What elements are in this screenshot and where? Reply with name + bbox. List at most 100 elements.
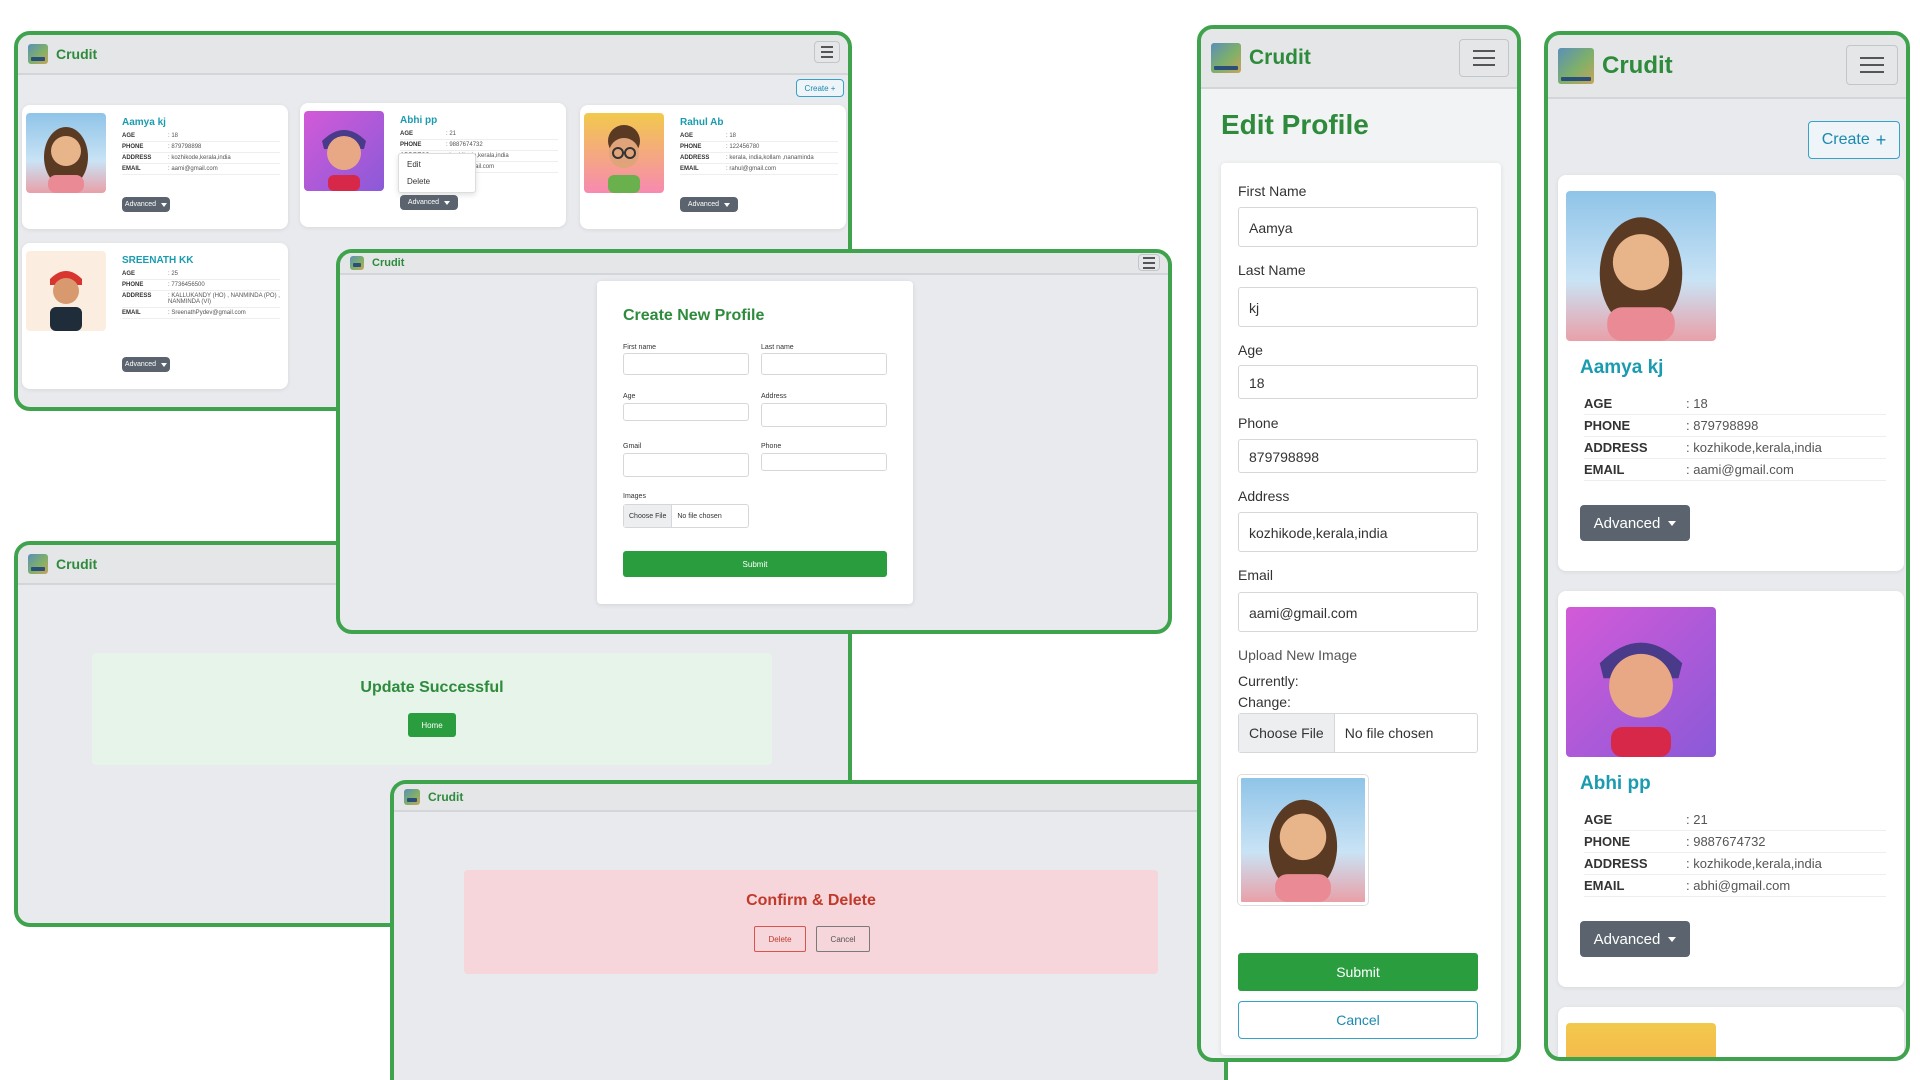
crud-logo-icon[interactable] — [350, 256, 364, 270]
crud-logo-icon[interactable] — [1211, 43, 1241, 73]
phone-label: Phone — [1238, 415, 1279, 431]
age-value: : 18 — [1686, 396, 1708, 411]
advanced-button[interactable]: Advanced — [400, 195, 458, 210]
email-label: EMAIL — [122, 166, 141, 172]
update-success-alert: Update Successful Home — [92, 653, 772, 765]
address-value: : kerala, india,kollam ,nanaminda — [726, 155, 814, 161]
advanced-label: Advanced — [407, 199, 440, 206]
crud-logo-icon[interactable] — [28, 554, 48, 574]
submit-button-label: Submit — [1336, 964, 1380, 980]
upload-image-label: Upload New Image — [1238, 647, 1358, 663]
image-file-input[interactable]: Choose File No file chosen — [623, 504, 749, 528]
cancel-button[interactable]: Cancel — [1238, 1001, 1478, 1039]
create-button[interactable]: Create + — [1808, 121, 1900, 159]
age-value: : 21 — [1686, 812, 1708, 827]
cancel-button-label: Cancel — [830, 934, 856, 944]
phone-label: PHONE — [122, 144, 144, 150]
navbar: Crudit — [1548, 35, 1906, 99]
profile-card: Abhi pp AGE: 21 PHONE: 9887674732 ADDRES… — [1558, 591, 1904, 987]
choose-file-button[interactable]: Choose File — [1239, 714, 1335, 752]
profile-name[interactable]: Aamya kj — [122, 117, 166, 128]
profile-name[interactable]: Abhi pp — [1580, 773, 1651, 795]
brand-title[interactable]: Crudit — [372, 257, 404, 269]
advanced-label: Advanced — [124, 361, 157, 368]
address-input[interactable] — [761, 403, 887, 427]
address-value: kozhikode,kerala,india — [1249, 525, 1388, 541]
cancel-button[interactable]: Cancel — [816, 926, 870, 952]
first-name-input[interactable] — [623, 353, 749, 375]
first-name-value: Aamya — [1249, 220, 1293, 236]
home-button[interactable]: Home — [408, 713, 456, 737]
age-input[interactable] — [623, 403, 749, 421]
profile-card — [1558, 1007, 1904, 1057]
create-button[interactable]: Create + — [796, 79, 844, 97]
image-file-input[interactable]: Choose File No file chosen — [1238, 713, 1478, 753]
phone-input[interactable]: 879798898 — [1238, 439, 1478, 473]
profile-name[interactable]: Aamya kj — [1580, 357, 1663, 379]
advanced-button[interactable]: Advanced — [122, 357, 170, 372]
age-label: Age — [623, 393, 636, 400]
advanced-button[interactable]: Advanced — [1580, 505, 1690, 541]
age-value: : 21 — [446, 131, 457, 137]
update-success-title: Update Successful — [360, 679, 504, 696]
hamburger-icon[interactable] — [1846, 45, 1898, 85]
caret-down-icon — [161, 202, 168, 207]
brand-title[interactable]: Crudit — [56, 556, 97, 572]
address-label: ADDRESS — [1584, 856, 1648, 871]
address-label: ADDRESS — [1584, 440, 1648, 455]
age-label: Age — [1238, 342, 1263, 358]
submit-button[interactable]: Submit — [1238, 953, 1478, 991]
address-input[interactable]: kozhikode,kerala,india — [1238, 512, 1478, 552]
delete-button-label: Delete — [768, 934, 792, 944]
crud-logo-icon[interactable] — [404, 789, 420, 805]
create-profile-window: Crudit Create New Profile First name Las… — [336, 249, 1172, 634]
age-label: AGE — [1584, 812, 1613, 827]
crud-logo-icon[interactable] — [1558, 48, 1594, 84]
confirm-delete-window: Crudit Confirm & Delete Delete Cancel — [390, 780, 1228, 1080]
gmail-input[interactable] — [623, 453, 749, 477]
edit-profile-form: First Name Aamya Last Name kj Age 18 Pho… — [1221, 163, 1501, 1055]
last-name-label: Last Name — [1238, 262, 1306, 278]
plus-icon: + — [1875, 129, 1887, 150]
profile-name[interactable]: Abhi pp — [400, 115, 437, 126]
last-name-input[interactable] — [761, 353, 887, 375]
last-name-input[interactable]: kj — [1238, 287, 1478, 327]
profile-card: Aamya kj AGE: 18 PHONE: 879798898 ADDRES… — [22, 105, 288, 229]
hamburger-icon[interactable] — [1138, 254, 1160, 271]
dropdown-item-edit[interactable]: Edit — [399, 156, 475, 173]
email-input[interactable]: aami@gmail.com — [1238, 592, 1478, 632]
hamburger-icon[interactable] — [814, 41, 840, 63]
change-label: Change: — [1238, 694, 1291, 710]
advanced-button[interactable]: Advanced — [1580, 921, 1690, 957]
brand-title[interactable]: Crudit — [428, 790, 463, 804]
advanced-dropdown-menu: Edit Delete — [398, 153, 476, 193]
profile-details: AGE: 25 PHONE: 7736456500 ADDRESS: KALLU… — [122, 269, 280, 319]
phone-input[interactable] — [761, 453, 887, 471]
email-label: Email — [1238, 567, 1274, 583]
crud-logo-icon[interactable] — [28, 44, 48, 64]
navbar: Crudit — [340, 253, 1168, 275]
advanced-button[interactable]: Advanced — [680, 197, 738, 212]
brand-title[interactable]: Crudit — [1249, 46, 1311, 70]
age-input[interactable]: 18 — [1238, 365, 1478, 399]
age-value: : 25 — [168, 271, 179, 277]
avatar-aamya — [1566, 191, 1716, 341]
brand-title[interactable]: Crudit — [56, 46, 97, 62]
submit-button[interactable]: Submit — [623, 551, 887, 577]
profile-name[interactable]: Rahul Ab — [680, 117, 724, 128]
email-label: EMAIL — [122, 310, 141, 316]
avatar-abhi — [1566, 607, 1716, 757]
hamburger-icon[interactable] — [1459, 39, 1509, 77]
first-name-input[interactable]: Aamya — [1238, 207, 1478, 247]
choose-file-button[interactable]: Choose File — [624, 505, 673, 527]
phone-value: : 879798898 — [168, 144, 202, 150]
dropdown-item-delete[interactable]: Delete — [399, 173, 475, 190]
advanced-label: Advanced — [1593, 930, 1661, 948]
create-profile-form: Create New Profile First name Last name … — [597, 281, 913, 604]
delete-button[interactable]: Delete — [754, 926, 806, 952]
brand-title[interactable]: Crudit — [1602, 52, 1673, 80]
profile-name[interactable]: SREENATH KK — [122, 255, 193, 266]
last-name-label: Last name — [761, 344, 794, 351]
advanced-button[interactable]: Advanced — [122, 197, 170, 212]
navbar: Crudit — [1201, 29, 1517, 89]
